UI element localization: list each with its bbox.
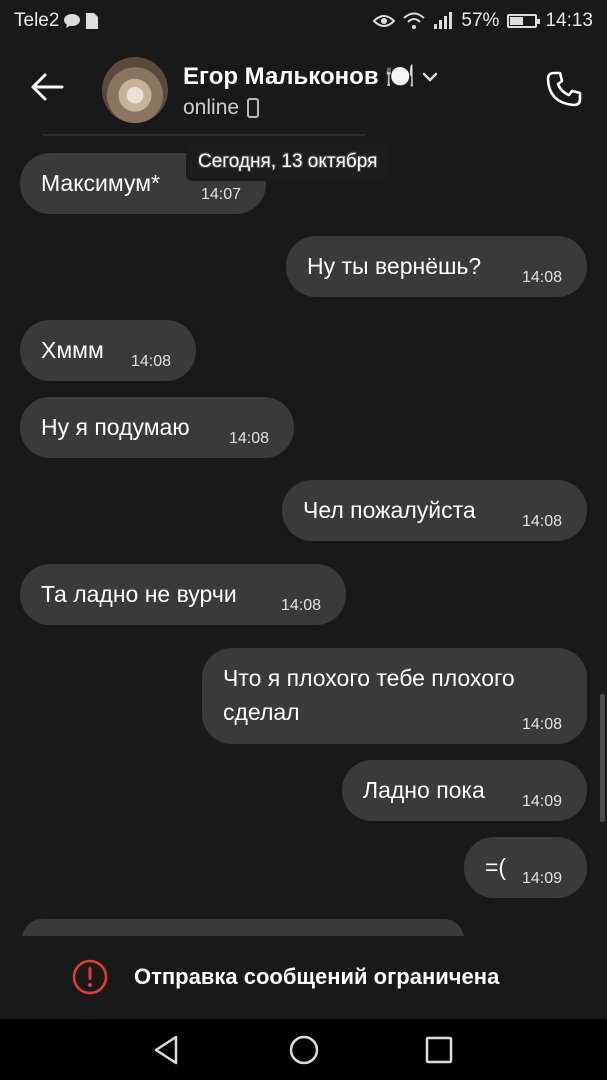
message-bubble-incoming[interactable]: Та ладно не вурчи 14:08 [20, 564, 346, 625]
signal-icon [434, 12, 453, 29]
message-text: Хммм [41, 337, 104, 363]
message-text: =( [485, 854, 507, 880]
message-time: 14:09 [522, 870, 563, 887]
contact-title[interactable]: Егор Мальконов 🍽️ [183, 62, 439, 91]
message-bubble-outgoing[interactable]: Чел пожалуйста 14:08 [282, 480, 587, 541]
date-divider: Сегодня, 13 октября [186, 143, 390, 181]
message-text: Чел пожалуйста [303, 497, 476, 523]
message-text-line-2: сделал [223, 699, 300, 725]
message-bubble-outgoing[interactable]: Ну ты вернёшь? 14:08 [286, 236, 587, 297]
message-time: 14:08 [522, 716, 563, 733]
chevron-down-icon [422, 72, 438, 82]
message-bubble-outgoing[interactable]: =( 14:09 [464, 837, 587, 898]
message-bubble-outgoing[interactable]: Что я плохого тебе плохого сделал 14:08 [202, 648, 587, 744]
previous-message-edge [40, 134, 368, 136]
message-text: Максимум* [41, 170, 160, 196]
message-text: Ну я подумаю [41, 414, 190, 440]
message-time: 14:09 [522, 793, 563, 810]
message-text: Ну ты вернёшь? [307, 253, 482, 279]
status-bar-left: Tele2 [14, 10, 99, 32]
phone-device-icon [247, 98, 260, 118]
battery-percent: 57% [461, 10, 500, 31]
home-circle-icon[interactable] [287, 1033, 321, 1067]
message-text: Та ладно не вурчи [41, 581, 237, 607]
message-time: 14:08 [522, 513, 563, 530]
presence-label: online [183, 96, 240, 119]
chat-bubble-icon [64, 14, 81, 28]
message-bubble-incoming[interactable]: Ну я подумаю 14:08 [20, 397, 294, 458]
recent-square-icon[interactable] [422, 1033, 456, 1067]
messaging-restricted-banner: Отправка сообщений ограничена [0, 937, 607, 1019]
contact-avatar[interactable] [102, 57, 168, 123]
status-bar-right: 57% 14:13 [373, 10, 593, 32]
carrier-name: Tele2 [14, 10, 60, 31]
wifi-icon [403, 12, 426, 29]
sim-icon [86, 13, 99, 29]
message-bubble-outgoing[interactable]: Ладно пока 14:09 [342, 760, 587, 821]
clock: 14:13 [545, 10, 593, 31]
message-time: 14:08 [522, 269, 563, 286]
chat-header: Егор Мальконов 🍽️ online [0, 42, 607, 134]
message-time: 14:07 [201, 186, 242, 203]
phone-icon [546, 71, 582, 107]
message-time: 14:08 [281, 597, 322, 614]
message-time: 14:08 [131, 353, 172, 370]
back-triangle-icon[interactable] [150, 1033, 184, 1067]
system-nav-bar [0, 1019, 607, 1080]
battery-fill [510, 17, 523, 25]
back-button[interactable] [24, 64, 70, 110]
next-message-edge [22, 919, 464, 936]
message-text-line-1: Что я плохого тебе плохого [223, 665, 515, 691]
call-button[interactable] [541, 66, 587, 112]
contact-name: Егор Мальконов 🍽️ [183, 63, 416, 90]
presence-status: online [183, 96, 260, 120]
message-time: 14:08 [229, 430, 270, 447]
message-text: Ладно пока [363, 777, 485, 803]
banner-text: Отправка сообщений ограничена [134, 964, 500, 989]
message-bubble-incoming[interactable]: Хммм 14:08 [20, 320, 196, 381]
battery-icon [507, 14, 541, 28]
arrow-left-icon [31, 73, 64, 101]
eye-icon [373, 15, 396, 27]
message-list[interactable]: Максимум* 14:07 Сегодня, 13 октября Ну т… [0, 134, 607, 936]
status-bar: Tele2 57% 14:13 [0, 0, 607, 42]
scrollbar-thumb[interactable] [600, 694, 605, 822]
alert-circle-icon [72, 959, 108, 995]
